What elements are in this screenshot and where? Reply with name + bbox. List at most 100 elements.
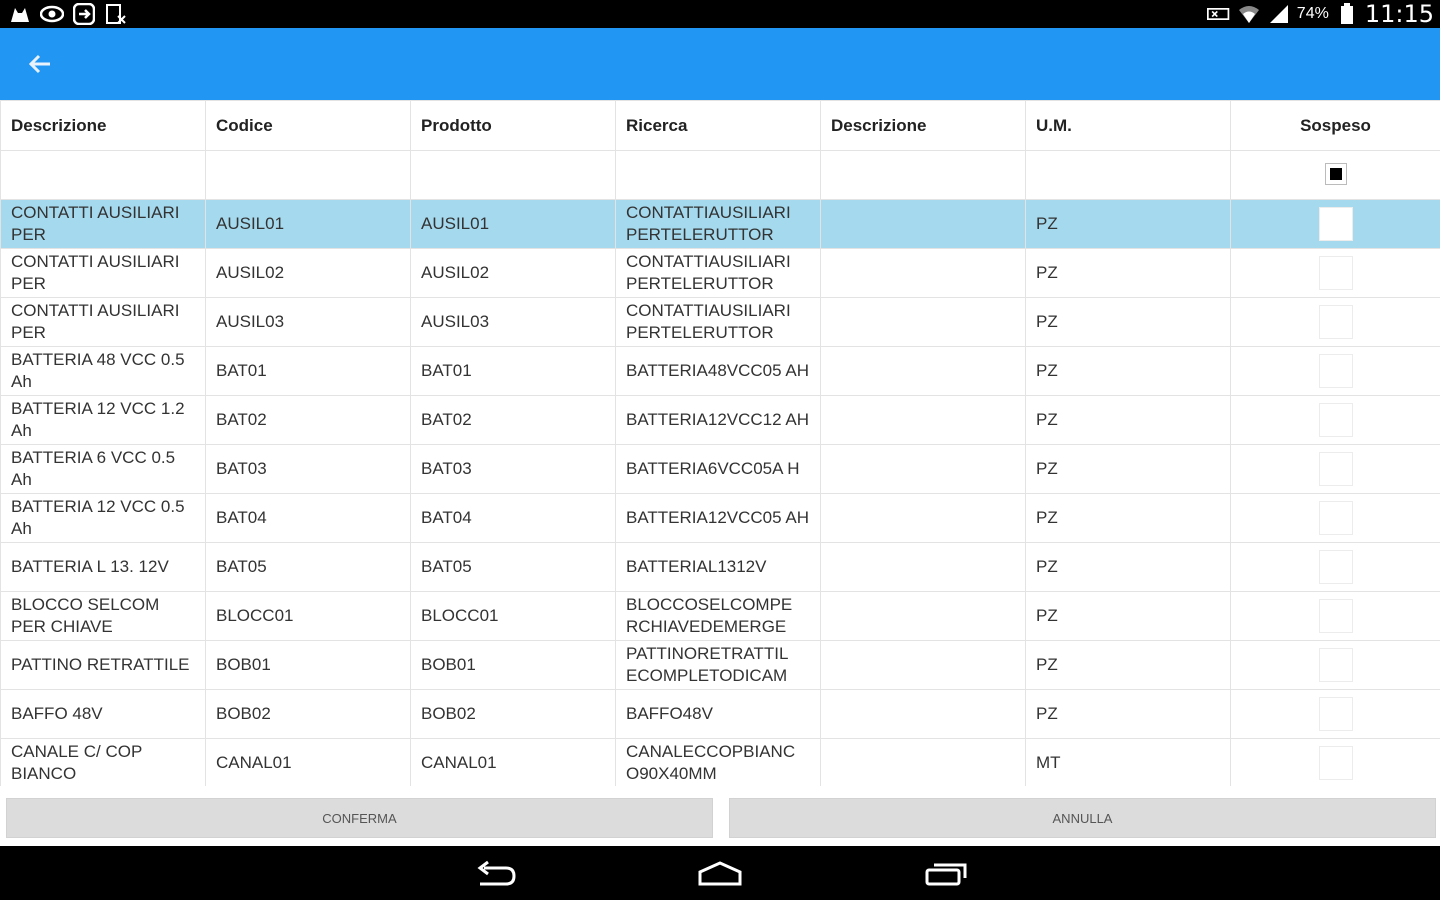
- filter-cell[interactable]: [410, 150, 616, 200]
- cell-prodotto: BLOCC01: [410, 591, 616, 641]
- table-row[interactable]: CONTATTI AUSILIARI PER AUSIL03 AUSIL03 CONT…: [0, 297, 1440, 347]
- cell-prodotto: BAT03: [410, 444, 616, 494]
- table-row[interactable]: BAFFO 48V BOB02 BOB02 BAFFO48V PZ: [0, 689, 1440, 739]
- table-row[interactable]: PATTINO RETRATTILE BOB01 BOB01 PATTINORETRA…: [0, 640, 1440, 690]
- sospeso-checkbox[interactable]: [1318, 501, 1353, 535]
- cancel-button[interactable]: ANNULLA: [729, 798, 1436, 838]
- cell-sospeso: [1230, 444, 1440, 494]
- cell-um: PZ: [1025, 444, 1231, 494]
- table-row[interactable]: BATTERIA 12 VCC 0.5 Ah BAT04 BAT04 BATTERIA…: [0, 493, 1440, 543]
- arrow-left-icon[interactable]: [24, 50, 56, 78]
- cell-descrizione: PATTINO RETRATTILE: [0, 640, 206, 690]
- table-row[interactable]: BATTERIA 12 VCC 1.2 Ah BAT02 BAT02 BATTERIA…: [0, 395, 1440, 445]
- cell-prodotto: BAT04: [410, 493, 616, 543]
- cell-codice: BAT01: [205, 346, 411, 396]
- cell-codice: AUSIL03: [205, 297, 411, 347]
- cell-prodotto: BOB01: [410, 640, 616, 690]
- sospeso-checkbox[interactable]: [1318, 354, 1353, 388]
- table-row[interactable]: CONTATTI AUSILIARI PER AUSIL02 AUSIL02 CONT…: [0, 248, 1440, 298]
- cell-sospeso: [1230, 738, 1440, 786]
- cell-prodotto: BAT01: [410, 346, 616, 396]
- cell-descrizione: BAFFO 48V: [0, 689, 206, 739]
- sospeso-checkbox[interactable]: [1318, 256, 1353, 290]
- cell-descrizione: BATTERIA 6 VCC 0.5 Ah: [0, 444, 206, 494]
- table-row[interactable]: BLOCCO SELCOM PER CHIAVE BLOCC01 BLOCC01 BL…: [0, 591, 1440, 641]
- cell-descrizione-2: [820, 444, 1026, 494]
- sospeso-checkbox[interactable]: [1318, 403, 1353, 437]
- cell-ricerca: BLOCCOSELCOMPE RCHIAVEDEMERGE: [615, 591, 821, 641]
- cell-descrizione-2: [820, 493, 1026, 543]
- cell-descrizione-2: [820, 248, 1026, 298]
- sospeso-filter-checkbox[interactable]: [1324, 163, 1347, 185]
- cell-um: PZ: [1025, 689, 1231, 739]
- cell-um: PZ: [1025, 199, 1231, 249]
- cell-um: MT: [1025, 738, 1231, 786]
- cell-um: PZ: [1025, 395, 1231, 445]
- cell-descrizione: BATTERIA 12 VCC 1.2 Ah: [0, 395, 206, 445]
- cell-sospeso: [1230, 395, 1440, 445]
- confirm-button[interactable]: CONFERMA: [6, 798, 713, 838]
- table-row[interactable]: BATTERIA L 13. 12V BAT05 BAT05 BATTERIAL131…: [0, 542, 1440, 592]
- eye-icon: [40, 3, 64, 25]
- sospeso-checkbox[interactable]: [1318, 648, 1353, 682]
- filter-cell[interactable]: [205, 150, 411, 200]
- cell-um: PZ: [1025, 591, 1231, 641]
- filter-cell[interactable]: [0, 150, 206, 200]
- sospeso-checkbox[interactable]: [1318, 550, 1353, 584]
- cell-descrizione-2: [820, 591, 1026, 641]
- filter-cell-sospeso: [1230, 150, 1440, 200]
- sospeso-checkbox[interactable]: [1318, 746, 1353, 780]
- cell-descrizione: CONTATTI AUSILIARI PER: [0, 297, 206, 347]
- cell-sospeso: [1230, 640, 1440, 690]
- cell-descrizione: CANALE C/ COP BIANCO: [0, 738, 206, 786]
- cell-ricerca: BATTERIA12VCC12 AH: [615, 395, 821, 445]
- table-row[interactable]: BATTERIA 48 VCC 0.5 Ah BAT01 BAT01 BATTERIA…: [0, 346, 1440, 396]
- sospeso-checkbox[interactable]: [1318, 305, 1353, 339]
- filter-cell[interactable]: [820, 150, 1026, 200]
- table-row[interactable]: BATTERIA 6 VCC 0.5 Ah BAT03 BAT03 BATTERIA6…: [0, 444, 1440, 494]
- home-icon[interactable]: [697, 860, 743, 888]
- cell-sospeso: [1230, 542, 1440, 592]
- cell-descrizione: CONTATTI AUSILIARI PER: [0, 199, 206, 249]
- cell-prodotto: CANAL01: [410, 738, 616, 786]
- filter-cell[interactable]: [615, 150, 821, 200]
- cell-descrizione: BATTERIA 12 VCC 0.5 Ah: [0, 493, 206, 543]
- cell-prodotto: BAT05: [410, 542, 616, 592]
- sospeso-checkbox[interactable]: [1318, 599, 1353, 633]
- cell-sospeso: [1230, 248, 1440, 298]
- recents-icon[interactable]: [924, 860, 968, 888]
- header-descrizione-2[interactable]: Descrizione: [820, 100, 1026, 151]
- cell-um: PZ: [1025, 248, 1231, 298]
- back-icon[interactable]: [474, 860, 518, 888]
- cell-um: PZ: [1025, 493, 1231, 543]
- header-descrizione[interactable]: Descrizione: [0, 100, 206, 151]
- header-codice[interactable]: Codice: [205, 100, 411, 151]
- filter-cell[interactable]: [1025, 150, 1231, 200]
- navigation-bar: [0, 846, 1440, 900]
- cell-descrizione: CONTATTI AUSILIARI PER: [0, 248, 206, 298]
- cell-ricerca: CONTATTIAUSILIARI PERTELERUTTOR: [615, 297, 821, 347]
- header-um[interactable]: U.M.: [1025, 100, 1231, 151]
- table-row[interactable]: CONTATTI AUSILIARI PER AUSIL01 AUSIL01 CONT…: [0, 199, 1440, 249]
- cell-descrizione-2: [820, 199, 1026, 249]
- sospeso-checkbox[interactable]: [1318, 207, 1353, 241]
- cell-ricerca: BATTERIAL1312V: [615, 542, 821, 592]
- cell-codice: BOB02: [205, 689, 411, 739]
- header-ricerca[interactable]: Ricerca: [615, 100, 821, 151]
- sospeso-checkbox[interactable]: [1318, 697, 1353, 731]
- cell-sospeso: [1230, 689, 1440, 739]
- filter-row: [0, 150, 1440, 200]
- header-prodotto[interactable]: Prodotto: [410, 100, 616, 151]
- mute-icon: [1206, 3, 1231, 25]
- cell-descrizione-2: [820, 689, 1026, 739]
- cell-sospeso: [1230, 591, 1440, 641]
- cell-ricerca: CONTATTIAUSILIARI PERTELERUTTOR: [615, 248, 821, 298]
- table-row[interactable]: CANALE C/ COP BIANCO CANAL01 CANAL01 CANALE…: [0, 738, 1440, 786]
- header-sospeso[interactable]: Sospeso: [1230, 100, 1440, 151]
- cell-descrizione-2: [820, 640, 1026, 690]
- sospeso-checkbox[interactable]: [1318, 452, 1353, 486]
- cell-descrizione-2: [820, 738, 1026, 786]
- button-bar: CONFERMA ANNULLA: [0, 786, 1440, 846]
- cell-prodotto: AUSIL01: [410, 199, 616, 249]
- cat-icon: [8, 3, 32, 25]
